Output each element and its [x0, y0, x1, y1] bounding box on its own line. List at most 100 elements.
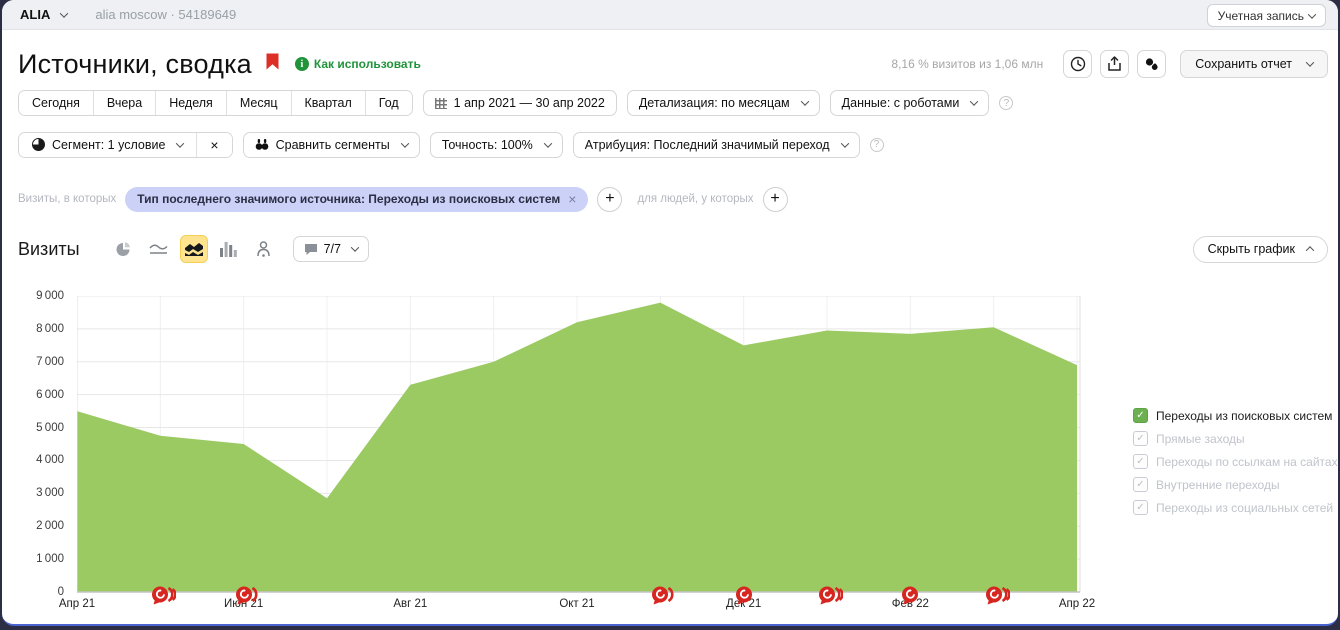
- segment-dropdown[interactable]: Сегмент: 1 условие: [19, 133, 196, 157]
- binoculars-icon: [255, 138, 269, 151]
- people-condition-label: для людей, у которых: [637, 193, 753, 205]
- segment-control-group: Сегмент: 1 условие ×: [18, 132, 233, 158]
- clock-icon: [1070, 56, 1086, 72]
- period-yesterday[interactable]: Вчера: [93, 91, 155, 115]
- line-chart-icon: [149, 242, 168, 256]
- legend-checkbox[interactable]: ✓: [1133, 431, 1148, 446]
- period-today[interactable]: Сегодня: [19, 91, 93, 115]
- annotation-marker[interactable]: [901, 585, 926, 610]
- accuracy-label: Точность: 100%: [442, 138, 533, 152]
- detalization-label: Детализация: по месяцам: [639, 96, 790, 110]
- add-visit-condition-button[interactable]: +: [597, 187, 622, 212]
- comments-dropdown[interactable]: 7/7: [293, 236, 369, 262]
- date-range-label: 1 апр 2021 — 30 апр 2022: [454, 96, 605, 110]
- counter-switcher[interactable]: ALIA: [20, 7, 67, 22]
- save-report-button[interactable]: Сохранить отчет: [1180, 50, 1328, 78]
- legend-checkbox[interactable]: ✓: [1133, 454, 1148, 469]
- legend-checkbox[interactable]: ✓: [1133, 408, 1148, 423]
- x-tick-label: Окт 21: [559, 598, 594, 610]
- period-week[interactable]: Неделя: [155, 91, 226, 115]
- how-to-use-link[interactable]: i Как использовать: [295, 57, 421, 71]
- legend-item[interactable]: ✓Переходы из социальных сетей: [1133, 496, 1338, 519]
- legend-checkbox[interactable]: ✓: [1133, 477, 1148, 492]
- column-chart-icon: [220, 242, 237, 257]
- period-year[interactable]: Год: [365, 91, 412, 115]
- area-chart-icon: [185, 242, 203, 256]
- attribution-dropdown[interactable]: Атрибуция: Последний значимый переход: [573, 132, 860, 158]
- chart-type-line-button[interactable]: [145, 235, 173, 263]
- annotation-marker[interactable]: [735, 585, 760, 610]
- chart-type-pie-button[interactable]: [110, 235, 138, 263]
- chevron-down-icon: [970, 97, 978, 105]
- legend-label: Переходы по ссылкам на сайтах: [1156, 455, 1338, 469]
- period-month[interactable]: Месяц: [226, 91, 291, 115]
- metric-title: Визиты: [18, 239, 80, 260]
- annotation-marker[interactable]: [235, 585, 260, 610]
- chevron-up-icon: [1306, 246, 1314, 254]
- period-segmented-control: Сегодня Вчера Неделя Месяц Квартал Год: [18, 90, 413, 116]
- chart-legend: ✓Переходы из поисковых систем✓Прямые зах…: [1133, 404, 1338, 519]
- compare-segments-dropdown[interactable]: Сравнить сегменты: [243, 132, 420, 158]
- segment-clear-button[interactable]: ×: [196, 133, 231, 157]
- legend-item[interactable]: ✓ Внутренние переходы: [1133, 473, 1338, 496]
- comment-bubble-icon: [304, 243, 318, 256]
- pie-chart-icon: [115, 241, 132, 258]
- legend-item[interactable]: ✓Прямые заходы: [1133, 427, 1338, 450]
- add-people-condition-button[interactable]: +: [763, 187, 788, 212]
- y-tick-label: 5 000: [2, 422, 64, 434]
- how-to-use-label: Как использовать: [314, 57, 421, 71]
- top-bar: ALIA alia moscow · 54189649 Учетная запи…: [2, 0, 1338, 30]
- chevron-down-icon: [544, 139, 552, 147]
- chevron-down-icon: [1308, 10, 1316, 18]
- hide-chart-button[interactable]: Скрыть график: [1193, 236, 1328, 263]
- date-range-picker[interactable]: 1 апр 2021 — 30 апр 2022: [423, 90, 617, 116]
- y-tick-label: 3 000: [2, 487, 64, 499]
- info-icon: i: [295, 57, 309, 71]
- history-button[interactable]: [1063, 50, 1092, 78]
- export-button[interactable]: [1100, 50, 1129, 78]
- chevron-down-icon: [400, 139, 408, 147]
- legend-label: Внутренние переходы: [1156, 478, 1280, 492]
- segment-condition-text: Тип последнего значимого источника: Пере…: [137, 192, 560, 206]
- annotation-marker[interactable]: [985, 585, 1010, 610]
- bookmark-icon[interactable]: [266, 53, 279, 75]
- x-tick-label: Апр 21: [59, 598, 95, 610]
- legend-item[interactable]: ✓Переходы из поисковых систем: [1133, 404, 1338, 427]
- area-chart-plot[interactable]: [77, 296, 1081, 593]
- legend-checkbox[interactable]: ✓: [1133, 500, 1148, 515]
- chevron-down-icon: [840, 139, 848, 147]
- help-question-icon[interactable]: ?: [870, 138, 884, 152]
- chevron-down-icon: [800, 97, 808, 105]
- account-menu-button[interactable]: Учетная запись: [1207, 4, 1326, 27]
- chart-toolbar: Визиты 7/7 Скрыть график: [18, 234, 1328, 264]
- help-question-icon[interactable]: ?: [999, 96, 1013, 110]
- report-header: Источники, сводка i Как использовать 8,1…: [18, 46, 1328, 82]
- visitor-icon: [256, 241, 271, 258]
- metrica-widgets-button[interactable]: [1137, 50, 1166, 78]
- legend-item[interactable]: ✓ Переходы по ссылкам на сайтах: [1133, 450, 1338, 473]
- annotation-marker[interactable]: [151, 585, 176, 610]
- drops-icon: [1144, 56, 1160, 72]
- counter-id-label: alia moscow · 54189649: [95, 7, 236, 22]
- visitor-report-button[interactable]: [250, 235, 278, 263]
- y-tick-label: 4 000: [2, 454, 64, 466]
- period-quarter[interactable]: Квартал: [291, 91, 365, 115]
- accuracy-dropdown[interactable]: Точность: 100%: [430, 132, 563, 158]
- chevron-down-icon: [176, 139, 184, 147]
- visits-chart: 01 0002 0003 0004 0005 0006 0007 0008 00…: [2, 285, 1122, 620]
- annotation-marker[interactable]: [651, 585, 676, 610]
- segment-condition-chip[interactable]: Тип последнего значимого источника: Пере…: [125, 187, 588, 212]
- calendar-icon: [435, 98, 447, 109]
- annotation-marker[interactable]: [818, 585, 843, 610]
- attribution-label: Атрибуция: Последний значимый переход: [585, 138, 830, 152]
- remove-condition-icon[interactable]: ×: [568, 191, 576, 207]
- chart-type-area-button[interactable]: [180, 235, 208, 263]
- data-mode-dropdown[interactable]: Данные: с роботами: [830, 90, 990, 116]
- hide-chart-label: Скрыть график: [1208, 242, 1295, 256]
- detalization-dropdown[interactable]: Детализация: по месяцам: [627, 90, 820, 116]
- sample-info-label: 8,16 % визитов из 1,06 млн: [891, 57, 1043, 71]
- x-tick-label: Авг 21: [393, 598, 427, 610]
- chart-type-columns-button[interactable]: [215, 235, 243, 263]
- y-tick-label: 1 000: [2, 553, 64, 565]
- segment-pie-icon: [32, 138, 45, 151]
